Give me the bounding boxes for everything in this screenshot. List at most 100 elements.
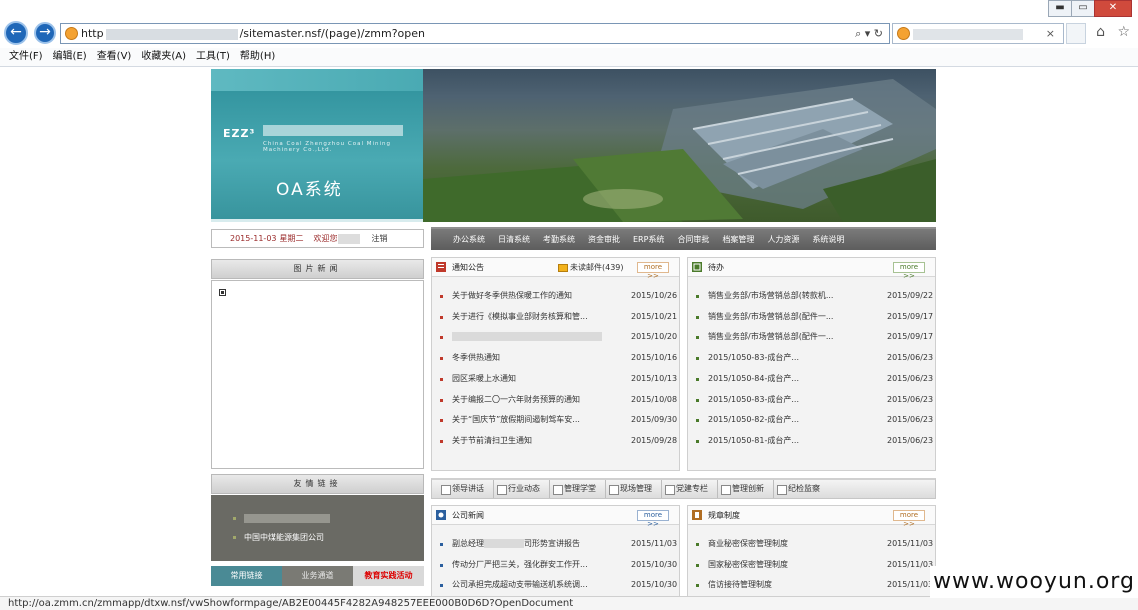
company-logo: EZZ³ bbox=[223, 127, 256, 140]
rules-more-button[interactable]: more >> bbox=[893, 510, 925, 528]
notice-title[interactable] bbox=[452, 330, 602, 344]
todo-title[interactable]: 销售业务部/市场营销总部(转款机... bbox=[708, 289, 833, 303]
tab-education-activity[interactable]: 教育实践活动 bbox=[353, 566, 424, 586]
notice-row[interactable]: 关于做好冬季供热保暖工作的通知 2015/10/26 bbox=[432, 289, 679, 303]
todo-row[interactable]: 2015/1050-84-成台产... 2015/06/23 bbox=[688, 372, 935, 386]
notice-row[interactable]: 冬季供热通知 2015/10/16 bbox=[432, 351, 679, 365]
section-management-innovation[interactable]: 管理创新 bbox=[717, 480, 764, 498]
rules-row[interactable]: 信访接待管理制度 2015/11/03 bbox=[688, 578, 935, 592]
notice-row[interactable]: 关于“国庆节”放假期间遏制驾车安... 2015/09/30 bbox=[432, 413, 679, 427]
minimize-button[interactable]: ▬ bbox=[1048, 0, 1072, 17]
home-favorites-icons[interactable]: ⌂ ☆ bbox=[1096, 24, 1134, 40]
rules-title[interactable]: 商业秘密保密管理制度 bbox=[708, 537, 788, 551]
todo-row[interactable]: 销售业务部/市场营销总部(配件一... 2015/09/17 bbox=[688, 330, 935, 344]
rules-title[interactable]: 信访接待管理制度 bbox=[708, 578, 772, 592]
todo-title[interactable]: 2015/1050-82-成台产... bbox=[708, 413, 799, 427]
todo-title[interactable]: 2015/1050-83-成台产... bbox=[708, 393, 799, 407]
todo-row[interactable]: 2015/1050-82-成台产... 2015/06/23 bbox=[688, 413, 935, 427]
menu-file[interactable]: 文件(F) bbox=[9, 48, 43, 66]
nav-hr[interactable]: 人力资源 bbox=[767, 229, 799, 250]
notice-panel: 通知公告 未读邮件(439) more >> 关于做好冬季供热保暖工作的通知 20… bbox=[431, 257, 680, 471]
menu-favorites[interactable]: 收藏夹(A) bbox=[141, 48, 186, 66]
banner-left: EZZ³ China Coal Zhengzhou Coal Mining Ma… bbox=[211, 69, 423, 222]
notice-row[interactable]: 园区采暖上水通知 2015/10/13 bbox=[432, 372, 679, 386]
section-leader-speech[interactable]: 领导讲话 bbox=[438, 480, 484, 498]
tab-common-links[interactable]: 常用链接 bbox=[211, 566, 282, 586]
rules-title[interactable]: 国家秘密保密管理制度 bbox=[708, 558, 788, 572]
notice-title[interactable]: 关于进行《模拟事业部财务核算和管... bbox=[452, 310, 588, 324]
section-site-management[interactable]: 现场管理 bbox=[605, 480, 652, 498]
todo-row[interactable]: 销售业务部/市场营销总部(配件一... 2015/09/17 bbox=[688, 310, 935, 324]
notice-more-button[interactable]: more >> bbox=[637, 262, 669, 280]
company-news-more-button[interactable]: more >> bbox=[637, 510, 669, 528]
todo-row[interactable]: 2015/1050-83-成台产... 2015/06/23 bbox=[688, 393, 935, 407]
company-news-row[interactable]: 传动分厂严把三关，强化群安工作开... 2015/10/30 bbox=[432, 558, 679, 572]
bullet-icon bbox=[696, 419, 699, 423]
company-news-title[interactable]: 公司承担完成超动支带输送机系统调... bbox=[452, 578, 588, 592]
todo-title[interactable]: 销售业务部/市场营销总部(配件一... bbox=[708, 310, 833, 324]
notice-date: 2015/10/16 bbox=[631, 353, 678, 363]
section-discipline[interactable]: 纪检监察 bbox=[773, 480, 820, 498]
company-news-row[interactable]: 副总经理 司形势宣讲报告 2015/11/03 bbox=[432, 537, 679, 551]
welcome-text: 欢迎您 bbox=[313, 234, 338, 243]
company-news-title[interactable]: 副总经理 司形势宣讲报告 bbox=[452, 537, 580, 551]
todo-row[interactable]: 2015/1050-81-成台产... 2015/06/23 bbox=[688, 434, 935, 448]
company-news-row[interactable]: 公司承担完成超动支带输送机系统调... 2015/10/30 bbox=[432, 578, 679, 592]
browser-tab[interactable]: × bbox=[892, 23, 1064, 44]
section-industry-news[interactable]: 行业动态 bbox=[493, 480, 540, 498]
rules-row[interactable]: 商业秘密保密管理制度 2015/11/03 bbox=[688, 537, 935, 551]
friend-link-chinacoal[interactable]: 中国中煤能源集团公司 bbox=[233, 532, 324, 543]
menu-view[interactable]: 查看(V) bbox=[97, 48, 132, 66]
menu-edit[interactable]: 编辑(E) bbox=[53, 48, 87, 66]
forward-button[interactable]: → bbox=[34, 22, 56, 44]
notice-title[interactable]: 关于“国庆节”放假期间遏制驾车安... bbox=[452, 413, 580, 427]
section-party-column[interactable]: 党建专栏 bbox=[661, 480, 708, 498]
todo-row[interactable]: 销售业务部/市场营销总部(转款机... 2015/09/22 bbox=[688, 289, 935, 303]
menu-bar: 文件(F) 编辑(E) 查看(V) 收藏夹(A) 工具(T) 帮助(H) bbox=[0, 48, 1138, 67]
rules-row[interactable]: 国家秘密保密管理制度 2015/11/03 bbox=[688, 558, 935, 572]
notice-title[interactable]: 关于节前清扫卫生通知 bbox=[452, 434, 532, 448]
nav-erp[interactable]: ERP系统 bbox=[633, 229, 664, 250]
todo-title[interactable]: 销售业务部/市场营销总部(配件一... bbox=[708, 330, 833, 344]
tab-business-channel[interactable]: 业务通道 bbox=[282, 566, 353, 586]
company-news-title[interactable]: 传动分厂严把三关，强化群安工作开... bbox=[452, 558, 588, 572]
notice-title[interactable]: 关于编报二〇一六年财务预算的通知 bbox=[452, 393, 580, 407]
notice-row[interactable]: 2015/10/20 bbox=[432, 330, 679, 344]
unread-mail-link[interactable]: 未读邮件(439) bbox=[558, 261, 624, 274]
back-button[interactable]: ← bbox=[4, 21, 28, 45]
bullet-icon bbox=[440, 584, 443, 588]
notice-title[interactable]: 关于做好冬季供热保暖工作的通知 bbox=[452, 289, 572, 303]
menu-tools[interactable]: 工具(T) bbox=[196, 48, 230, 66]
menu-help[interactable]: 帮助(H) bbox=[240, 48, 275, 66]
todo-title[interactable]: 2015/1050-84-成台产... bbox=[708, 372, 799, 386]
todo-title[interactable]: 2015/1050-83-成台产... bbox=[708, 351, 799, 365]
close-window-button[interactable]: ✕ bbox=[1094, 0, 1132, 17]
notice-title[interactable]: 冬季供热通知 bbox=[452, 351, 500, 365]
notice-row[interactable]: 关于进行《模拟事业部财务核算和管... 2015/10/21 bbox=[432, 310, 679, 324]
notice-date: 2015/10/20 bbox=[631, 332, 678, 342]
image-placeholder-icon[interactable] bbox=[219, 289, 226, 296]
todo-title[interactable]: 2015/1050-81-成台产... bbox=[708, 434, 799, 448]
maximize-button[interactable]: ▭ bbox=[1071, 0, 1095, 17]
nav-office[interactable]: 办公系统 bbox=[453, 229, 485, 250]
logout-link[interactable]: 注销 bbox=[372, 234, 388, 243]
search-refresh-icons[interactable]: ⌕ ▾ ↻ bbox=[855, 24, 883, 43]
section-management-class[interactable]: 管理学堂 bbox=[549, 480, 596, 498]
nav-funds[interactable]: 资金审批 bbox=[588, 229, 620, 250]
todo-row[interactable]: 2015/1050-83-成台产... 2015/06/23 bbox=[688, 351, 935, 365]
new-tab-button[interactable] bbox=[1066, 23, 1086, 44]
notice-row[interactable]: 关于节前清扫卫生通知 2015/09/28 bbox=[432, 434, 679, 448]
todo-date: 2015/09/17 bbox=[887, 311, 934, 321]
nav-attendance[interactable]: 考勤系统 bbox=[543, 229, 575, 250]
nav-archive[interactable]: 档案管理 bbox=[722, 229, 754, 250]
friend-link-redacted[interactable] bbox=[233, 514, 330, 523]
address-bar[interactable]: http/sitemaster.nsf/(page)/zmm?open ⌕ ▾ … bbox=[60, 23, 890, 44]
notice-title: 通知公告 bbox=[452, 263, 484, 272]
notice-row[interactable]: 关于编报二〇一六年财务预算的通知 2015/10/08 bbox=[432, 393, 679, 407]
todo-more-button[interactable]: more >> bbox=[893, 262, 925, 280]
nav-contract[interactable]: 合同审批 bbox=[677, 229, 709, 250]
notice-title[interactable]: 园区采暖上水通知 bbox=[452, 372, 516, 386]
tab-close-icon[interactable]: × bbox=[1046, 24, 1055, 43]
nav-help[interactable]: 系统说明 bbox=[812, 229, 844, 250]
nav-daily[interactable]: 日清系统 bbox=[498, 229, 530, 250]
